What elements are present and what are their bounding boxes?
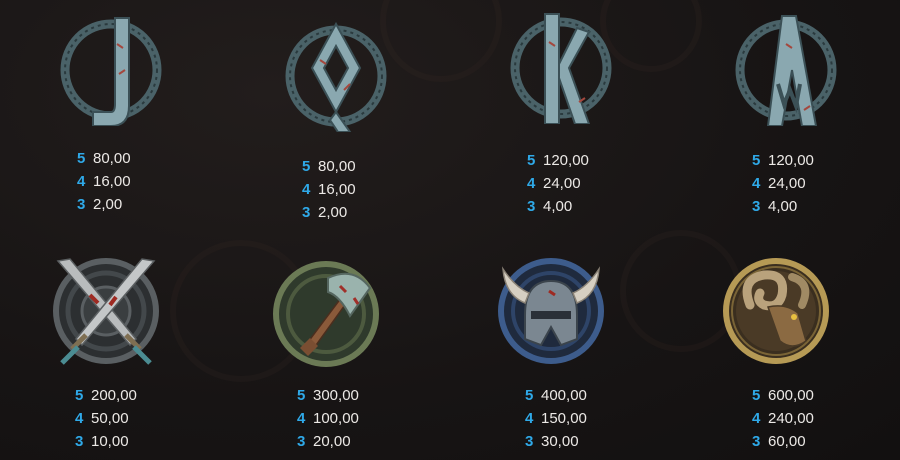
pay-row: 3 2,00	[77, 196, 197, 219]
pay-row: 5 120,00	[527, 152, 647, 175]
crossed-swords-icon	[50, 255, 162, 367]
pay-row: 3 10,00	[75, 433, 195, 456]
symbol-cell-j: 5 80,00 4 16,00 3 2,00	[30, 0, 190, 230]
amount-value: 600,00	[768, 387, 814, 404]
count-label: 4	[752, 175, 761, 192]
pay-row: 4 16,00	[77, 173, 197, 196]
count-label: 3	[752, 198, 761, 215]
amount-value: 30,00	[541, 433, 579, 450]
count-label: 3	[75, 433, 84, 450]
count-label: 4	[77, 173, 86, 190]
ram-head-icon	[720, 255, 832, 367]
paytable-q: 5 80,00 4 16,00 3 2,00	[302, 158, 422, 227]
paytable-k: 5 120,00 4 24,00 3 4,00	[527, 152, 647, 221]
paytable-axe: 5 300,00 4 100,00 3 20,00	[297, 387, 417, 456]
amount-value: 4,00	[768, 198, 798, 215]
amount-value: 24,00	[768, 175, 806, 192]
pay-row: 4 240,00	[752, 410, 872, 433]
amount-value: 10,00	[91, 433, 129, 450]
rune-q-icon	[280, 20, 392, 132]
pay-row: 5 300,00	[297, 387, 417, 410]
amount-value: 200,00	[91, 387, 137, 404]
amount-value: 2,00	[93, 196, 123, 213]
paytable-helmet: 5 400,00 4 150,00 3 30,00	[525, 387, 645, 456]
count-label: 5	[75, 387, 84, 404]
pay-row: 4 16,00	[302, 181, 422, 204]
count-label: 3	[525, 433, 534, 450]
amount-value: 300,00	[313, 387, 359, 404]
pay-row: 4 24,00	[752, 175, 872, 198]
pay-row: 5 80,00	[302, 158, 422, 181]
amount-value: 100,00	[313, 410, 359, 427]
symbol-cell-q: 5 80,00 4 16,00 3 2,00	[255, 0, 415, 230]
count-label: 4	[752, 410, 761, 427]
count-label: 3	[77, 196, 86, 213]
pay-row: 4 150,00	[525, 410, 645, 433]
count-label: 4	[302, 181, 311, 198]
pay-row: 4 50,00	[75, 410, 195, 433]
pay-row: 4 24,00	[527, 175, 647, 198]
rune-j-icon	[55, 14, 167, 126]
symbol-cell-a: 5 120,00 4 24,00 3 4,00	[705, 0, 865, 230]
amount-value: 400,00	[541, 387, 587, 404]
symbol-cell-axe: 5 300,00 4 100,00 3 20,00	[245, 230, 405, 460]
paytable-j: 5 80,00 4 16,00 3 2,00	[77, 150, 197, 219]
count-label: 3	[752, 433, 761, 450]
count-label: 4	[525, 410, 534, 427]
paytable-swords: 5 200,00 4 50,00 3 10,00	[75, 387, 195, 456]
symbol-cell-ram: 5 600,00 4 240,00 3 60,00	[695, 230, 855, 460]
count-label: 5	[525, 387, 534, 404]
amount-value: 80,00	[93, 150, 131, 167]
pay-row: 3 30,00	[525, 433, 645, 456]
amount-value: 4,00	[543, 198, 573, 215]
horned-helmet-icon	[495, 255, 607, 367]
paytable-page: 5 80,00 4 16,00 3 2,00 5 80,00 4 16,00 3 2,00	[0, 0, 900, 460]
pay-row: 5 80,00	[77, 150, 197, 173]
count-label: 4	[527, 175, 536, 192]
pay-row: 3 4,00	[752, 198, 872, 221]
pay-row: 3 4,00	[527, 198, 647, 221]
count-label: 4	[75, 410, 84, 427]
count-label: 3	[527, 198, 536, 215]
pay-row: 3 60,00	[752, 433, 872, 456]
rune-k-icon	[505, 12, 617, 124]
rune-a-icon	[730, 14, 842, 126]
amount-value: 24,00	[543, 175, 581, 192]
pay-row: 3 2,00	[302, 204, 422, 227]
pay-row: 5 600,00	[752, 387, 872, 410]
amount-value: 120,00	[543, 152, 589, 169]
symbol-cell-helmet: 5 400,00 4 150,00 3 30,00	[470, 230, 630, 460]
pay-row: 5 400,00	[525, 387, 645, 410]
amount-value: 80,00	[318, 158, 356, 175]
amount-value: 120,00	[768, 152, 814, 169]
count-label: 5	[752, 152, 761, 169]
count-label: 5	[752, 387, 761, 404]
count-label: 4	[297, 410, 306, 427]
pay-row: 5 200,00	[75, 387, 195, 410]
amount-value: 60,00	[768, 433, 806, 450]
pay-row: 5 120,00	[752, 152, 872, 175]
paytable-ram: 5 600,00 4 240,00 3 60,00	[752, 387, 872, 456]
symbol-cell-swords: 5 200,00 4 50,00 3 10,00	[20, 230, 180, 460]
amount-value: 16,00	[93, 173, 131, 190]
amount-value: 150,00	[541, 410, 587, 427]
count-label: 5	[77, 150, 86, 167]
count-label: 5	[302, 158, 311, 175]
amount-value: 20,00	[313, 433, 351, 450]
symbol-cell-k: 5 120,00 4 24,00 3 4,00	[480, 0, 640, 230]
pay-row: 3 20,00	[297, 433, 417, 456]
count-label: 5	[527, 152, 536, 169]
paytable-a: 5 120,00 4 24,00 3 4,00	[752, 152, 872, 221]
count-label: 3	[297, 433, 306, 450]
amount-value: 50,00	[91, 410, 129, 427]
amount-value: 16,00	[318, 181, 356, 198]
amount-value: 2,00	[318, 204, 348, 221]
pay-row: 4 100,00	[297, 410, 417, 433]
count-label: 5	[297, 387, 306, 404]
amount-value: 240,00	[768, 410, 814, 427]
axe-icon	[270, 258, 382, 370]
count-label: 3	[302, 204, 311, 221]
